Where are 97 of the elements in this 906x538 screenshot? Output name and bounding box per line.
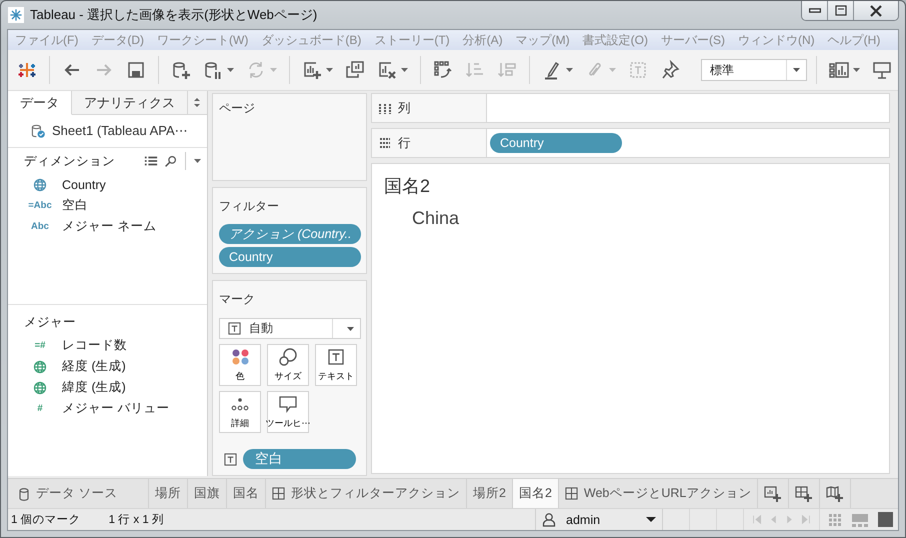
field-pill[interactable]: Country xyxy=(219,247,361,267)
minimize-button[interactable] xyxy=(802,1,828,20)
duplicate-chart-icon xyxy=(345,60,365,80)
mark-type-dropdown[interactable]: 自動 xyxy=(219,318,361,339)
field-type-label: Abc xyxy=(31,221,49,232)
mark-property-button[interactable]: サイズ xyxy=(267,344,309,386)
field-name[interactable]: レコード数 xyxy=(62,337,127,354)
single-view-icon xyxy=(878,512,893,527)
database-plus-icon xyxy=(171,60,191,80)
speech-bubble-icon xyxy=(278,394,298,414)
app-icon xyxy=(8,7,24,23)
caret-icon xyxy=(566,68,573,72)
caret-icon xyxy=(609,68,616,72)
section-title: ディメンション xyxy=(24,152,116,170)
shelf-title: フィルター xyxy=(219,198,280,215)
plus-sheet-icon xyxy=(794,484,814,504)
close-button[interactable] xyxy=(854,1,898,20)
database-check-icon xyxy=(30,123,46,139)
caret-icon xyxy=(646,517,656,522)
pane-tab[interactable]: アナリティクス xyxy=(72,91,188,115)
chart-clear-icon xyxy=(377,60,397,80)
text-label-icon xyxy=(628,60,648,80)
first-icon xyxy=(752,514,763,525)
text-mark-icon xyxy=(326,347,346,367)
filmstrip-view-icon xyxy=(852,512,868,526)
grid-icon xyxy=(272,487,285,500)
mark-property-button[interactable]: テキスト xyxy=(315,344,357,386)
chart-icon xyxy=(829,60,849,80)
grid-view-icon xyxy=(828,512,842,526)
text-mark: China xyxy=(412,208,460,229)
caret-icon xyxy=(401,68,408,72)
list-view-icon xyxy=(144,154,158,168)
shelf-label: 行 xyxy=(398,134,411,152)
columns-icon xyxy=(378,101,392,115)
dropdown-value: 標準 xyxy=(709,62,735,78)
style-dropdown[interactable]: 標準 xyxy=(701,59,807,81)
globe-icon xyxy=(33,380,47,394)
caret-icon xyxy=(227,68,234,72)
pen-icon xyxy=(542,60,562,80)
plus-sheet-icon xyxy=(825,484,846,504)
rows-icon xyxy=(378,136,392,150)
field-name[interactable]: 空白 xyxy=(62,197,88,214)
search-icon xyxy=(164,154,177,168)
pin-icon xyxy=(660,60,680,80)
text-mark-icon xyxy=(228,322,241,335)
field-type-label: =# xyxy=(34,340,46,351)
field-pill[interactable]: 空白 xyxy=(243,449,356,469)
caret-icon xyxy=(270,68,277,72)
field-type-label: =Abc xyxy=(28,200,52,211)
sort-ascending-icon xyxy=(465,60,485,80)
caret-icon xyxy=(793,68,800,72)
save-icon xyxy=(126,60,146,80)
field-name[interactable]: 緯度 (生成) xyxy=(62,379,126,396)
plus-sheet-icon xyxy=(763,484,784,504)
field-name[interactable]: 経度 (生成) xyxy=(62,358,126,375)
minimize-icon xyxy=(808,8,820,13)
grid-icon xyxy=(564,487,578,500)
section-title: メジャー xyxy=(24,314,77,330)
window-title: Tableau - 選択した画像を表示(形状とWebページ) xyxy=(30,6,318,24)
field-pill[interactable]: Country xyxy=(490,133,622,153)
globe-icon xyxy=(33,178,47,192)
logo-icon xyxy=(17,60,37,80)
datasource-item[interactable]: Sheet1 (Tableau APA⋯ xyxy=(8,115,207,148)
mark-property-button[interactable]: 色 xyxy=(219,344,261,386)
user-dropdown[interactable]: admin xyxy=(535,509,663,530)
field-name[interactable]: メジャー ネーム xyxy=(62,218,156,235)
database-icon xyxy=(18,486,30,500)
chart-plus-icon xyxy=(302,60,322,80)
shelf-title: マーク xyxy=(219,291,256,308)
shelf-label: 列 xyxy=(398,100,411,116)
sheet-title: 国名2 xyxy=(384,175,432,198)
caret-icon xyxy=(326,68,333,72)
database-pause-icon xyxy=(203,60,223,80)
color-dots-icon xyxy=(230,347,250,367)
user-icon xyxy=(542,512,556,527)
field-name[interactable]: メジャー バリュー xyxy=(62,400,170,417)
sheet-tab[interactable]: 国名2 xyxy=(512,479,559,508)
field-pill[interactable]: アクション (Country.. xyxy=(219,224,361,244)
mark-property-button[interactable]: 詳細 xyxy=(219,391,261,433)
status-text: 1 個のマーク xyxy=(11,513,81,527)
caret-icon xyxy=(194,159,201,163)
maximize-button[interactable] xyxy=(828,1,854,20)
shelf-title: ページ xyxy=(219,100,256,117)
circles-icon xyxy=(278,347,298,367)
last-icon xyxy=(800,514,811,525)
caret-icon xyxy=(347,326,354,330)
status-text: 1 行 x 1 列 xyxy=(108,512,164,527)
caret-icon xyxy=(853,68,860,72)
globe-icon xyxy=(33,360,47,374)
sort-descending-icon xyxy=(497,60,517,80)
field-name[interactable]: Country xyxy=(62,178,106,192)
presentation-icon xyxy=(872,60,892,80)
swap-icon xyxy=(433,60,453,80)
field-type-label: # xyxy=(37,403,43,414)
text-mark-icon xyxy=(224,452,237,466)
scroll-arrows-icon xyxy=(193,97,201,108)
mark-property-button[interactable]: ツールヒ⋯ xyxy=(267,391,309,433)
